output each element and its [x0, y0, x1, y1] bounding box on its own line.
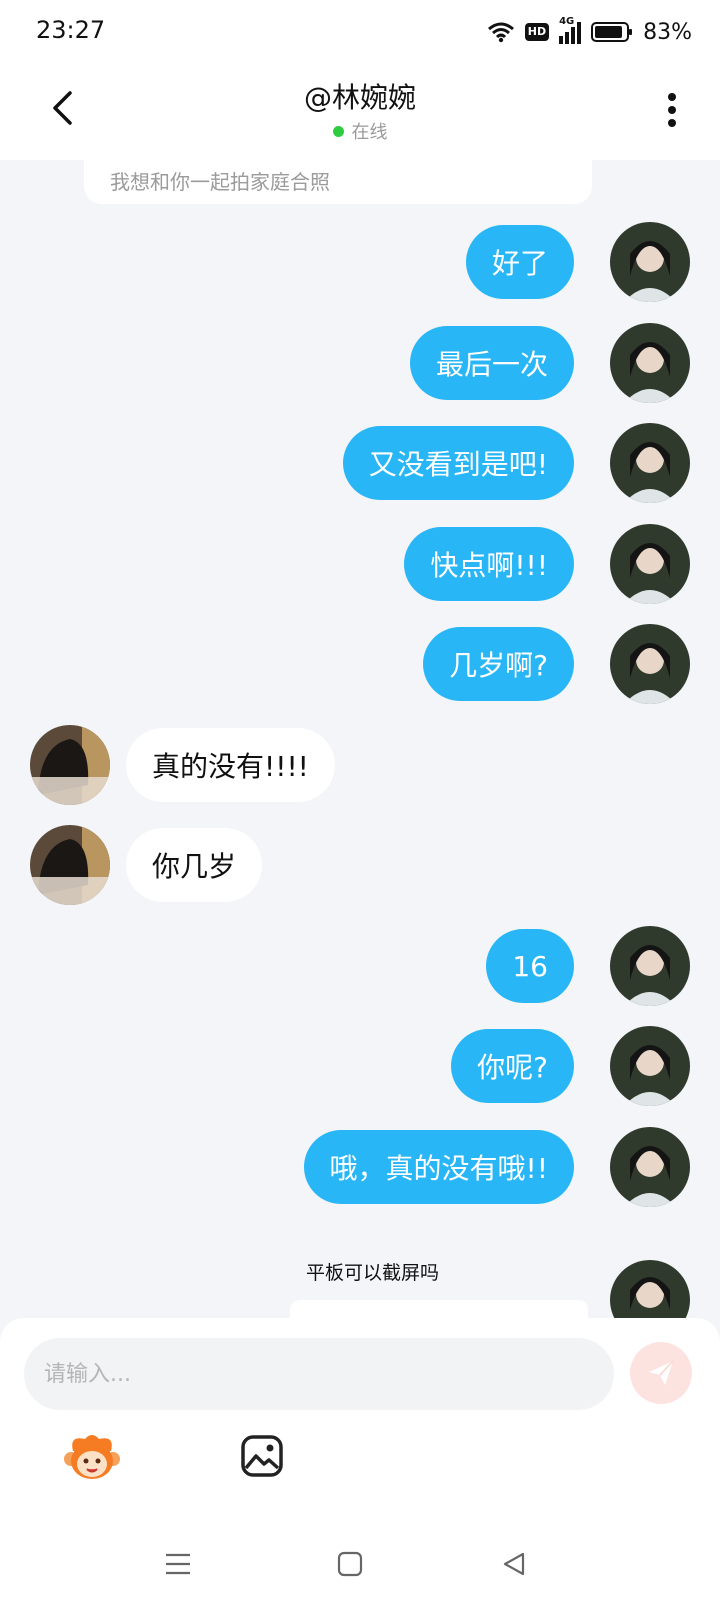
my-avatar[interactable] [610, 323, 690, 403]
my-avatar[interactable] [610, 1026, 690, 1106]
outgoing-message-bubble[interactable]: 又没看到是吧! [342, 426, 574, 500]
nav-back-button[interactable] [494, 1544, 534, 1584]
network-type: 4G [559, 16, 575, 27]
partial-message-text: 我想和你一起拍家庭合照 [110, 170, 330, 194]
presence-status: 在线 [0, 118, 720, 144]
outgoing-message-bubble[interactable]: 你呢? [451, 1029, 574, 1103]
my-avatar[interactable] [610, 524, 690, 604]
my-avatar[interactable] [610, 1127, 690, 1207]
hd-badge: HD [524, 23, 550, 41]
status-bar: 23:27 HD 4G 83% [0, 0, 720, 64]
outgoing-message-bubble[interactable]: 好了 [465, 225, 574, 299]
triangle-back-icon [503, 1552, 525, 1576]
incoming-message-bubble[interactable]: 真的没有!!!! [126, 728, 335, 802]
my-avatar[interactable] [610, 1260, 690, 1320]
system-nav-bar [0, 1530, 720, 1612]
my-avatar[interactable] [610, 926, 690, 1006]
avatar-image [610, 1260, 690, 1320]
message-input[interactable] [24, 1338, 614, 1410]
status-icons: HD 4G 83% [487, 14, 692, 50]
home-square-icon [337, 1551, 363, 1577]
image-icon [241, 1435, 283, 1477]
battery-icon [591, 22, 633, 42]
send-button[interactable] [630, 1342, 692, 1404]
contact-avatar[interactable] [30, 825, 110, 905]
outgoing-message-bubble[interactable]: 16 [486, 929, 574, 1003]
outgoing-message-bubble[interactable]: 快点啊!!! [404, 527, 574, 601]
more-options-button[interactable] [654, 88, 690, 132]
status-time: 23:27 [36, 16, 106, 44]
incoming-message-bubble[interactable]: 你几岁 [126, 828, 263, 902]
wifi-icon [487, 22, 514, 43]
my-avatar[interactable] [610, 624, 690, 704]
menu-icon [166, 1553, 190, 1575]
nav-menu-button[interactable] [158, 1544, 198, 1584]
more-vertical-icon [668, 93, 676, 127]
chat-title: @林婉婉 [303, 81, 416, 114]
image-picker-button[interactable] [232, 1426, 292, 1486]
message-list[interactable]: 我想和你一起拍家庭合照 好了最后一次又没看到是吧! 快点啊!!! 几岁啊? 真的没有!… [0, 160, 720, 1320]
shared-image-caption: 平板可以截屏吗 [306, 1262, 440, 1284]
emoji-sticker-button[interactable] [62, 1426, 122, 1486]
online-dot-icon [332, 125, 344, 137]
my-avatar[interactable] [610, 423, 690, 503]
nav-home-button[interactable] [330, 1544, 370, 1584]
shared-image-card[interactable] [290, 1300, 588, 1320]
signal-icon: 4G [559, 16, 582, 44]
outgoing-message-bubble[interactable]: 哦，真的没有哦!! [303, 1130, 574, 1204]
chat-header: @林婉婉 在线 [0, 64, 720, 160]
outgoing-message-bubble[interactable]: 几岁啊? [423, 627, 574, 701]
send-icon [649, 1360, 674, 1385]
contact-avatar[interactable] [30, 725, 110, 805]
monkey-emoji-icon [64, 1435, 120, 1479]
presence-label: 在线 [351, 122, 388, 143]
my-avatar[interactable] [610, 222, 690, 302]
partial-message-card[interactable]: 我想和你一起拍家庭合照 [84, 160, 592, 204]
battery-percent: 83% [643, 19, 692, 45]
outgoing-message-bubble[interactable]: 最后一次 [409, 326, 574, 400]
